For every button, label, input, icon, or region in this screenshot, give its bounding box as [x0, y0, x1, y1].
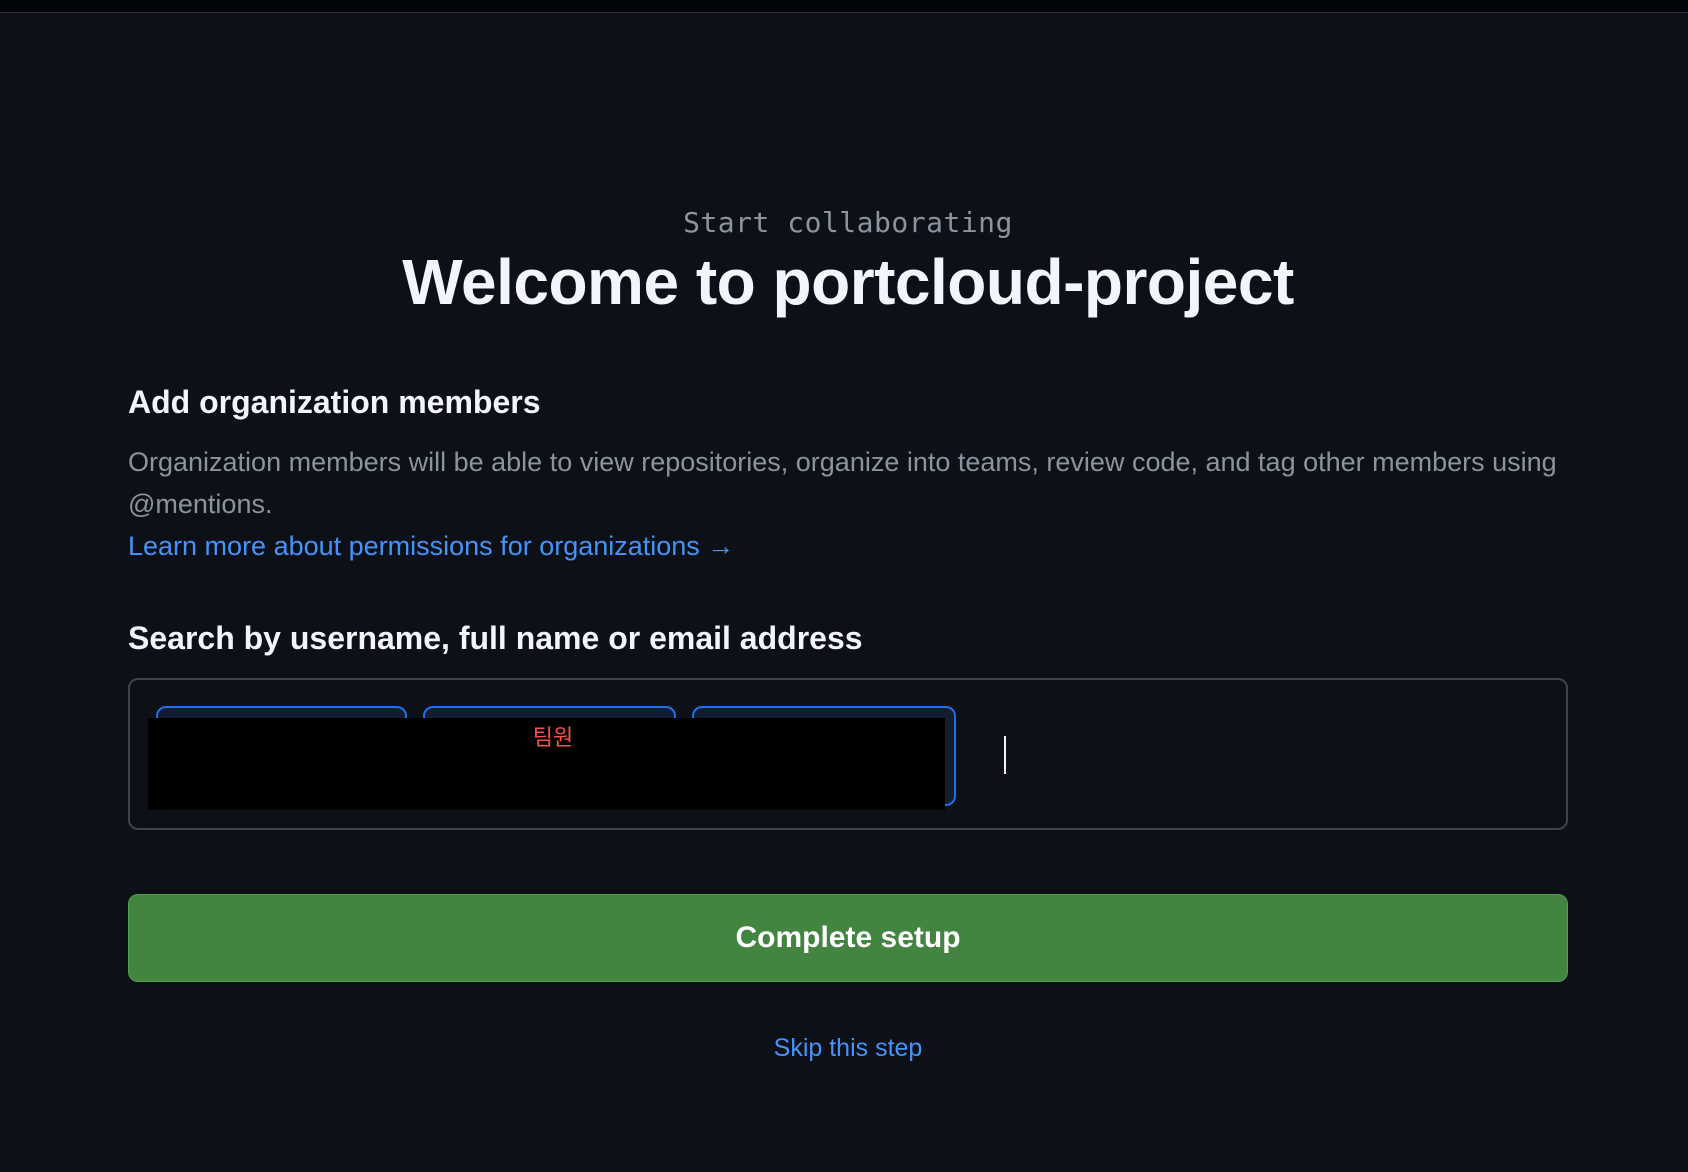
page-title: Welcome to portcloud-project	[402, 246, 1294, 318]
top-bar	[0, 0, 1688, 13]
skip-step-link[interactable]: Skip this step	[0, 1030, 1688, 1066]
members-section: Add organization members Organization me…	[128, 378, 1568, 567]
section-heading: Add organization members	[128, 384, 541, 420]
eyebrow-text: Start collaborating	[683, 206, 1013, 239]
member-role-label: 팀원	[532, 726, 574, 751]
text-caret	[1004, 736, 1006, 774]
complete-setup-button[interactable]: Complete setup	[128, 894, 1568, 982]
member-search-box[interactable]: 팀원	[128, 678, 1568, 830]
learn-more-link[interactable]: Learn more about permissions for organiz…	[128, 525, 734, 567]
member-search-input[interactable]	[990, 710, 1534, 802]
section-description: Organization members will be able to vie…	[128, 447, 1557, 519]
search-label: Search by username, full name or email a…	[128, 620, 863, 656]
